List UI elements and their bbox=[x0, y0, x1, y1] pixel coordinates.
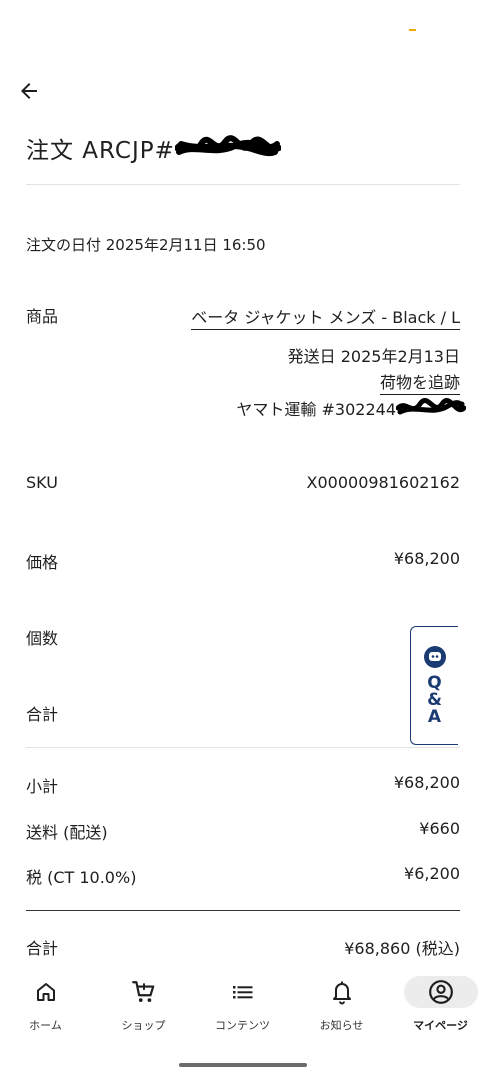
nav-label-shop: ショップ bbox=[121, 1019, 166, 1032]
qa-label: Q&A bbox=[427, 673, 442, 727]
summary-divider bbox=[26, 747, 460, 748]
nav-label-mypage: マイページ bbox=[413, 1019, 468, 1032]
product-label: 商品 bbox=[26, 307, 59, 326]
nav-label-notifications: お知らせ bbox=[319, 1019, 364, 1032]
ship-date: 発送日 2025年2月13日 bbox=[287, 347, 460, 366]
nav-icon-wrapper bbox=[14, 976, 78, 1008]
bottom-navigation: ホーム ショップ コンテンツ お知らせ マイページ bbox=[0, 966, 486, 1040]
nav-item-shop[interactable]: ショップ bbox=[95, 966, 192, 1040]
shipping-label: 送料 (配送) bbox=[26, 823, 108, 842]
subtotal-label: 小計 bbox=[26, 777, 59, 796]
nav-item-notifications[interactable]: お知らせ bbox=[293, 966, 390, 1040]
quantity-label: 個数 bbox=[26, 629, 59, 648]
back-button[interactable] bbox=[14, 76, 44, 106]
chat-bubble-icon bbox=[423, 646, 446, 668]
nav-label-home: ホーム bbox=[29, 1019, 62, 1032]
grand-total-label: 合計 bbox=[26, 939, 59, 958]
nav-icon-wrapper bbox=[310, 976, 374, 1008]
shipping-value: ¥660 bbox=[419, 819, 460, 838]
product-link[interactable]: ベータ ジャケット メンズ - Black / L bbox=[191, 304, 460, 330]
header-divider bbox=[26, 184, 460, 185]
nav-icon-wrapper bbox=[112, 976, 176, 1008]
home-indicator-bar[interactable] bbox=[179, 1063, 307, 1067]
track-package-link[interactable]: 荷物を追跡 bbox=[379, 369, 460, 395]
total-divider bbox=[26, 910, 460, 911]
sku-label: SKU bbox=[26, 473, 58, 492]
nav-item-home[interactable]: ホーム bbox=[0, 966, 94, 1040]
tax-value: ¥6,200 bbox=[404, 864, 460, 883]
list-icon bbox=[232, 986, 252, 999]
subtotal-value: ¥68,200 bbox=[393, 773, 460, 792]
nav-item-mypage[interactable]: マイページ bbox=[392, 966, 486, 1040]
nav-icon-wrapper bbox=[403, 976, 478, 1008]
bell-icon bbox=[332, 981, 351, 1005]
order-number-prefix: 注文 ARCJP# bbox=[26, 138, 175, 164]
price-value: ¥68,200 bbox=[393, 549, 460, 568]
tax-label: 税 (CT 10.0%) bbox=[26, 868, 137, 887]
tracking-number-prefix: ヤマト運輸 #302244 bbox=[236, 400, 396, 419]
nav-icon-wrapper bbox=[211, 976, 275, 1008]
order-date: 注文の日付 2025年2月11日 16:50 bbox=[26, 236, 266, 254]
grand-total-value: ¥68,860 (税込) bbox=[344, 939, 460, 958]
status-indicator-dot bbox=[409, 29, 416, 31]
redaction-scribble bbox=[174, 135, 281, 157]
account-icon bbox=[428, 980, 453, 1004]
home-icon bbox=[36, 983, 55, 1001]
nav-item-contents[interactable]: コンテンツ bbox=[194, 966, 291, 1040]
redaction-scribble bbox=[396, 398, 466, 415]
cart-icon bbox=[131, 981, 154, 1002]
arrow-left-icon bbox=[21, 83, 37, 99]
item-total-label: 合計 bbox=[26, 705, 59, 724]
sku-value: X00000981602162 bbox=[306, 473, 460, 492]
qa-widget-button[interactable]: Q&A bbox=[410, 626, 458, 745]
nav-label-contents: コンテンツ bbox=[215, 1019, 270, 1032]
price-label: 価格 bbox=[26, 553, 59, 572]
tracking-number: ヤマト運輸 #302244 bbox=[236, 396, 466, 420]
page-title: 注文 ARCJP# bbox=[26, 132, 281, 164]
